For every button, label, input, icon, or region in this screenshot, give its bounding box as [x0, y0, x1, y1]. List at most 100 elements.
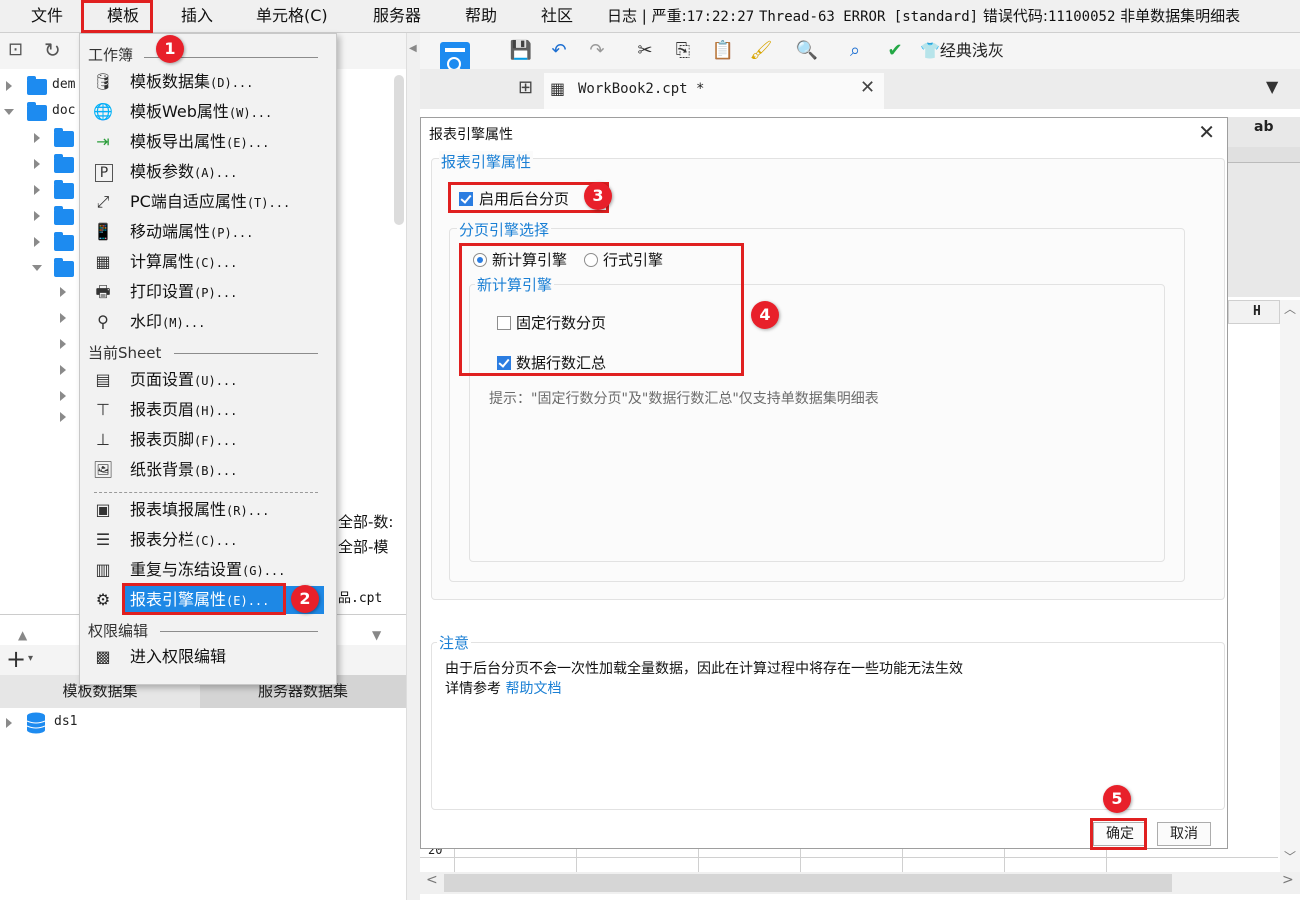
column-header[interactable]: H — [1228, 300, 1280, 324]
new-engine-radio[interactable] — [473, 253, 487, 267]
menu-help[interactable]: 帮助 — [465, 0, 497, 33]
expand-arrow-icon[interactable] — [6, 718, 12, 728]
menu-template[interactable]: 模板 — [107, 0, 139, 33]
expand-arrow-icon[interactable] — [34, 133, 40, 143]
scroll-up-icon[interactable]: ︿ — [1284, 300, 1296, 317]
scroll-down-icon[interactable]: ﹀ — [1284, 848, 1296, 865]
expand-arrow-icon[interactable] — [60, 287, 66, 297]
help-doc-link[interactable]: 帮助文档 — [505, 681, 561, 697]
menu-item-report-header[interactable]: ⊤ 报表页眉(H)... — [88, 396, 328, 424]
tab-list-icon[interactable]: ▼ — [1266, 77, 1278, 96]
file-label-partial[interactable]: 全部-数: — [338, 511, 393, 532]
menu-item-template-parameters[interactable]: P 模板参数(A)... — [88, 158, 328, 186]
menu-item-print-settings[interactable]: 🖶 打印设置(P)... — [88, 278, 328, 306]
scroll-left-icon[interactable]: < — [426, 872, 438, 888]
panel-splitter[interactable]: ◀ — [406, 33, 420, 900]
expand-arrow-icon[interactable] — [34, 211, 40, 221]
tree-scrollbar[interactable] — [394, 75, 404, 225]
text-search-icon[interactable]: 🔍 — [794, 38, 820, 64]
menu-item-text: 报表分栏(C)... — [130, 528, 237, 553]
text-format-label[interactable]: ab — [1254, 119, 1273, 135]
close-icon[interactable]: ✕ — [1198, 120, 1215, 144]
menu-item-label: 重复与冻结设置 — [130, 560, 243, 579]
expand-arrow-icon[interactable] — [34, 185, 40, 195]
grid-icon[interactable]: ⊞ — [518, 77, 533, 98]
row-summary-label[interactable]: 数据行数汇总 — [516, 352, 606, 373]
background-paging-label[interactable]: 启用后台分页 — [479, 188, 569, 209]
expand-arrow-icon[interactable] — [60, 339, 66, 349]
new-engine-label[interactable]: 新计算引擎 — [492, 249, 567, 270]
menu-item-repeat-freeze[interactable]: ▥ 重复与冻结设置(G)... — [88, 556, 328, 584]
fixed-rows-checkbox[interactable] — [497, 316, 511, 330]
menu-item-permission-edit[interactable]: ▩ 进入权限编辑 — [88, 643, 328, 671]
file-label-partial[interactable]: 品.cpt — [338, 587, 382, 606]
collapse-left-icon[interactable]: ◀ — [409, 43, 417, 54]
collapse-down-icon[interactable]: ▼ — [372, 628, 381, 642]
menu-item-pc-adaptive[interactable]: ⤢ PC端自适应属性(T)... — [88, 188, 328, 216]
menu-item-mobile-properties[interactable]: 📱 移动端属性(P)... — [88, 218, 328, 246]
undo-icon[interactable]: ↶ — [546, 38, 572, 64]
row-engine-label[interactable]: 行式引擎 — [603, 249, 663, 270]
expand-arrow-icon[interactable] — [60, 412, 66, 422]
menu-item-web-properties[interactable]: 🌐 模板Web属性(W)... — [88, 98, 328, 126]
redo-icon[interactable]: ↷ — [584, 38, 610, 64]
fixed-rows-label[interactable]: 固定行数分页 — [516, 312, 606, 333]
scroll-right-icon[interactable]: > — [1282, 872, 1294, 888]
ok-button[interactable]: 确定 — [1093, 822, 1147, 846]
preview-icon[interactable]: ⌕ — [842, 38, 868, 64]
close-tab-icon[interactable]: ✕ — [860, 77, 875, 98]
section-divider — [174, 353, 318, 354]
menu-item-watermark[interactable]: ⚲ 水印(M)... — [88, 308, 328, 336]
theme-button[interactable]: 👕经典浅灰 — [920, 38, 1004, 64]
menu-item-paper-background[interactable]: 🖼 纸张背景(B)... — [88, 456, 328, 484]
collapse-arrow-icon[interactable] — [4, 109, 14, 115]
menu-item-page-setup[interactable]: ▤ 页面设置(U)... — [88, 366, 328, 394]
expand-arrow-icon[interactable] — [60, 365, 66, 375]
copy-icon[interactable]: ⎘ — [670, 38, 696, 64]
format-painter-icon[interactable]: 🖌 — [748, 38, 774, 64]
menu-server[interactable]: 服务器 — [373, 0, 421, 33]
menu-item-shortcut: (D)... — [210, 76, 254, 90]
collapse-arrow-icon[interactable] — [32, 265, 42, 271]
menu-item-report-footer[interactable]: ⊥ 报表页脚(F)... — [88, 426, 328, 454]
file-label-partial[interactable]: 全部-模 — [338, 536, 388, 557]
chevron-down-icon[interactable]: ▾ — [28, 653, 33, 664]
add-dataset-icon[interactable]: + — [6, 645, 26, 673]
expand-arrow-icon[interactable] — [60, 391, 66, 401]
background-paging-checkbox[interactable] — [459, 192, 473, 206]
row-summary-checkbox[interactable] — [497, 356, 511, 370]
menu-community[interactable]: 社区 — [541, 0, 573, 33]
paste-icon[interactable]: 📋 — [710, 38, 736, 64]
menu-file[interactable]: 文件 — [31, 0, 63, 33]
check-icon[interactable]: ✔ — [882, 38, 908, 64]
menu-item-shortcut: (C)... — [194, 256, 238, 270]
dataset-item[interactable]: ds1 — [0, 710, 406, 736]
save-icon[interactable]: 💾 — [508, 38, 534, 64]
expand-arrow-icon[interactable] — [34, 237, 40, 247]
menu-item-template-dataset[interactable]: 🛢 模板数据集(D)... — [88, 68, 328, 96]
new-folder-icon[interactable]: ⊡ — [8, 39, 23, 60]
menu-item-fill-properties[interactable]: ▣ 报表填报属性(R)... — [88, 496, 328, 524]
cancel-button[interactable]: 取消 — [1157, 822, 1211, 846]
expand-arrow-icon[interactable] — [60, 313, 66, 323]
scroll-thumb[interactable] — [444, 874, 1172, 892]
menu-item-calc-properties[interactable]: ▦ 计算属性(C)... — [88, 248, 328, 276]
log-code-label: 错误代码 — [982, 7, 1043, 25]
vertical-scrollbar[interactable]: ︿ ﹀ — [1280, 300, 1300, 872]
new-engine-title: 新计算引擎 — [475, 274, 555, 295]
refresh-icon[interactable]: ↻ — [44, 38, 61, 62]
mobile-icon: 📱 — [93, 222, 113, 241]
cut-icon[interactable]: ✂ — [632, 38, 658, 64]
menu-item-text: 页面设置(U)... — [130, 368, 237, 393]
log-message[interactable]: 日志 | 严重:17:22:27 Thread-63 ERROR [standa… — [607, 0, 1240, 33]
menu-cell[interactable]: 单元格(C) — [256, 0, 328, 33]
menu-item-report-columns[interactable]: ☰ 报表分栏(C)... — [88, 526, 328, 554]
row-engine-radio[interactable] — [584, 253, 598, 267]
expand-arrow-icon[interactable] — [34, 159, 40, 169]
menu-item-export-properties[interactable]: ⇥ 模板导出属性(E)... — [88, 128, 328, 156]
workbook-tab[interactable]: ▦ WorkBook2.cpt * ✕ — [544, 73, 884, 109]
collapse-up-icon[interactable]: ▲ — [18, 628, 27, 642]
menu-item-text: 报表填报属性(R)... — [130, 498, 269, 523]
menu-insert[interactable]: 插入 — [181, 0, 213, 33]
expand-arrow-icon[interactable] — [6, 81, 12, 91]
